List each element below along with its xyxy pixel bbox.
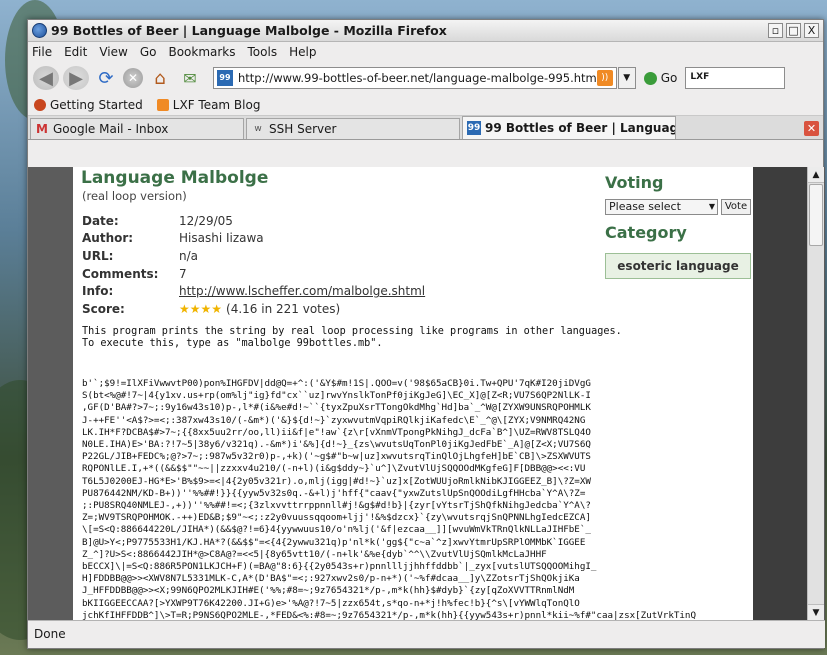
score-value: (4.16 in 221 votes) xyxy=(226,301,341,316)
close-tab-icon[interactable]: ✕ xyxy=(804,121,819,136)
status-bar: Done xyxy=(28,620,825,648)
firefox-icon xyxy=(34,98,46,111)
menu-bookmarks[interactable]: Bookmarks xyxy=(168,45,235,59)
menu-bar: File Edit View Go Bookmarks Tools Help xyxy=(28,42,823,62)
info-row-score: Score: ★★★★ (4.16 in 221 votes) xyxy=(82,300,425,318)
page-side-strip xyxy=(753,167,807,620)
info-table: Date: 12/29/05 Author: Hisashi Iizawa UR… xyxy=(82,212,425,318)
web-icon: w xyxy=(254,124,262,134)
info-key: URL: xyxy=(82,248,114,263)
info-key: Score: xyxy=(82,301,125,316)
info-link[interactable]: http://www.lscheffer.com/malbolge.shtml xyxy=(179,284,425,298)
info-value: Hisashi Iizawa xyxy=(179,231,264,246)
go-button[interactable]: Go xyxy=(643,71,678,85)
info-value: 7 xyxy=(179,266,187,281)
tab-gmail[interactable]: M Google Mail - Inbox xyxy=(30,118,244,139)
menu-go[interactable]: Go xyxy=(140,45,157,59)
info-value: n/a xyxy=(179,248,199,263)
score-stars-icon: ★★★★ xyxy=(179,301,223,316)
menu-help[interactable]: Help xyxy=(289,45,316,59)
tab-ssh-server[interactable]: w SSH Server xyxy=(246,118,460,139)
tab-99-bottles[interactable]: 99 99 Bottles of Beer | Languag... xyxy=(462,116,676,139)
vertical-scrollbar[interactable]: ▲ ▼ xyxy=(807,167,824,620)
go-label: Go xyxy=(660,71,678,85)
vote-select-value: Please select xyxy=(609,200,681,213)
menu-view[interactable]: View xyxy=(99,45,127,59)
category-heading: Category xyxy=(605,223,687,242)
vote-button[interactable]: Vote xyxy=(721,199,751,215)
scroll-down-icon[interactable]: ▼ xyxy=(808,604,824,620)
close-button[interactable]: X xyxy=(804,23,819,38)
vote-select[interactable]: Please select ▼ xyxy=(605,199,718,215)
page-subtitle: (real loop version) xyxy=(82,189,187,203)
scroll-thumb[interactable] xyxy=(809,184,823,246)
url-dropdown-icon[interactable]: ▼ xyxy=(617,67,636,89)
menu-file[interactable]: File xyxy=(32,45,52,59)
firefox-window: 99 Bottles of Beer | Language Malbolge -… xyxy=(27,19,825,649)
minimize-button[interactable]: ▫ xyxy=(768,23,783,38)
bookmark-label: LXF Team Blog xyxy=(172,97,261,112)
search-input[interactable]: LXF xyxy=(685,67,786,89)
feed-icon[interactable]: ✉ xyxy=(177,66,203,90)
navigation-toolbar: ◀ ▶ ⟳ ✕ ⌂ ✉ 99 http://www.99-bottles-of-… xyxy=(28,62,823,94)
info-row-author: Author: Hisashi Iizawa xyxy=(82,230,425,248)
info-value: 12/29/05 xyxy=(179,213,233,228)
url-input[interactable]: http://www.99-bottles-of-beer.net/langua… xyxy=(238,71,597,85)
bookmark-getting-started[interactable]: Getting Started xyxy=(34,98,143,112)
voting-heading: Voting xyxy=(605,173,664,192)
window-title: 99 Bottles of Beer | Language Malbolge -… xyxy=(51,23,447,38)
home-icon[interactable]: ⌂ xyxy=(147,66,173,90)
menu-edit[interactable]: Edit xyxy=(64,45,87,59)
bookmark-label: Getting Started xyxy=(50,97,143,112)
maximize-button[interactable]: □ xyxy=(786,23,801,38)
info-row-info: Info: http://www.lscheffer.com/malbolge.… xyxy=(82,282,425,300)
bookmark-lxf-team-blog[interactable]: LXF Team Blog xyxy=(156,97,261,112)
info-row-url: URL: n/a xyxy=(82,247,425,265)
back-icon[interactable]: ◀ xyxy=(33,66,59,90)
scroll-up-icon[interactable]: ▲ xyxy=(808,167,824,183)
info-row-comments: Comments: 7 xyxy=(82,265,425,283)
source-code: b'`;$9!=IlXFiVwwvtP00)pon%IHGFDV|dd@Q=+^… xyxy=(82,378,696,620)
tab-label: Google Mail - Inbox xyxy=(53,122,169,136)
program-description: This program prints the string by real l… xyxy=(82,326,622,349)
info-key: Comments: xyxy=(82,266,159,281)
info-key: Info: xyxy=(82,284,114,299)
reload-icon[interactable]: ⟳ xyxy=(93,66,119,90)
99-icon: 99 xyxy=(467,121,481,135)
gmail-icon: M xyxy=(36,122,48,136)
chevron-down-icon: ▼ xyxy=(708,202,715,211)
url-bar[interactable]: 99 http://www.99-bottles-of-beer.net/lan… xyxy=(213,67,617,89)
category-link[interactable]: esoteric language xyxy=(605,253,751,279)
info-key: Date: xyxy=(82,213,119,228)
rss-icon xyxy=(156,98,169,111)
content-area: Language Malbolge (real loop version) Da… xyxy=(28,167,825,620)
info-key: Author: xyxy=(82,231,134,246)
tab-label: 99 Bottles of Beer | Languag... xyxy=(485,121,676,135)
tab-label: SSH Server xyxy=(269,122,337,136)
site-favicon: 99 xyxy=(217,70,233,86)
rss-icon[interactable]: )) xyxy=(596,70,613,86)
tab-bar: M Google Mail - Inbox w SSH Server 99 99… xyxy=(28,116,823,140)
stop-icon[interactable]: ✕ xyxy=(123,68,143,88)
firefox-icon xyxy=(32,23,47,38)
go-icon xyxy=(643,71,657,85)
page-title: Language Malbolge xyxy=(81,168,269,188)
menu-tools[interactable]: Tools xyxy=(248,45,278,59)
title-bar: 99 Bottles of Beer | Language Malbolge -… xyxy=(28,20,823,42)
web-page: Language Malbolge (real loop version) Da… xyxy=(73,167,753,620)
bookmarks-toolbar: Getting Started LXF Team Blog xyxy=(28,94,823,116)
info-row-date: Date: 12/29/05 xyxy=(82,212,425,230)
forward-icon[interactable]: ▶ xyxy=(63,66,89,90)
